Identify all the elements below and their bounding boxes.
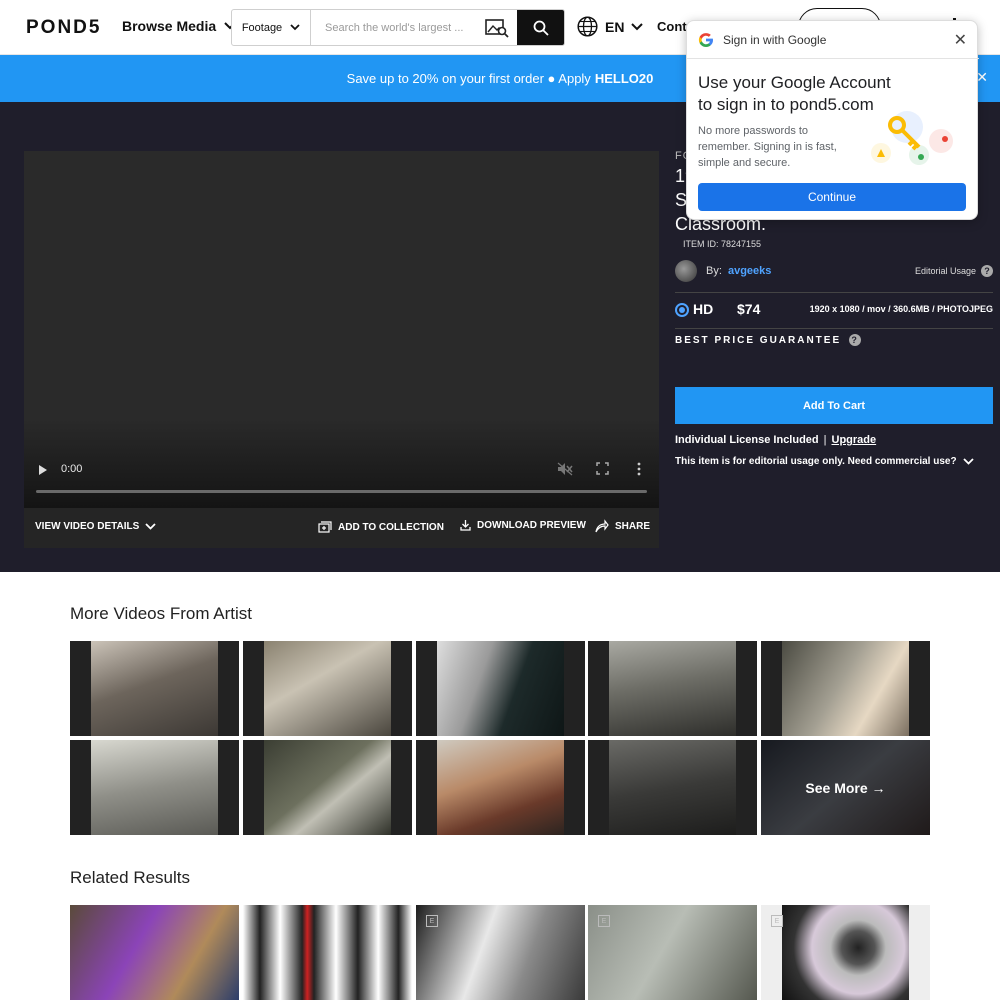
download-preview-label: DOWNLOAD PREVIEW — [477, 519, 586, 531]
video-thumbnail[interactable] — [761, 641, 930, 736]
license-info: Individual License Included | Upgrade — [675, 434, 877, 446]
search-bar: Footage — [231, 9, 565, 46]
video-progress-bar[interactable] — [36, 490, 647, 493]
best-price-guarantee: BEST PRICE GUARANTEE ? — [675, 334, 862, 346]
price: $74 — [737, 301, 761, 317]
close-icon[interactable]: ✕ — [954, 30, 967, 50]
chevron-down-icon — [631, 22, 644, 30]
editorial-note[interactable]: This item is for editorial usage only. N… — [675, 456, 974, 467]
add-to-cart-button[interactable]: Add To Cart — [675, 387, 993, 424]
chevron-down-icon — [290, 24, 300, 31]
add-to-collection-label: ADD TO COLLECTION — [338, 521, 444, 533]
editorial-badge-icon: E — [426, 915, 438, 927]
divider — [675, 292, 993, 293]
radio-button[interactable] — [675, 303, 689, 317]
language-label: EN — [605, 18, 625, 35]
download-icon — [460, 520, 471, 531]
continue-button[interactable]: Continue — [698, 183, 966, 211]
video-player[interactable]: 0:00 — [24, 151, 659, 508]
item-id: ITEM ID: 78247155 — [683, 239, 762, 249]
video-thumbnail[interactable] — [243, 740, 412, 835]
search-button[interactable] — [517, 10, 564, 45]
fullscreen-icon[interactable] — [596, 462, 609, 475]
divider — [675, 328, 993, 329]
key-illustration-icon — [871, 111, 953, 165]
image-search-icon[interactable] — [477, 10, 517, 45]
video-thumbnail[interactable] — [70, 740, 239, 835]
avatar[interactable] — [675, 260, 697, 282]
collection-icon — [318, 521, 332, 533]
video-thumbnail[interactable] — [588, 740, 757, 835]
chevron-down-icon — [145, 523, 156, 530]
editorial-badge-icon: E — [598, 915, 610, 927]
editorial-usage: Editorial Usage ? — [915, 265, 993, 277]
globe-icon — [577, 16, 598, 37]
add-to-collection-button[interactable]: ADD TO COLLECTION — [318, 521, 444, 533]
editorial-usage-label: Editorial Usage — [914, 266, 976, 276]
view-details-button[interactable]: VIEW VIDEO DETAILS — [35, 521, 156, 532]
download-preview-button[interactable]: DOWNLOAD PREVIEW — [460, 519, 586, 531]
language-selector[interactable]: EN — [577, 16, 644, 37]
google-popup-header: Sign in with Google ✕ — [687, 21, 979, 59]
more-options-icon[interactable] — [637, 462, 641, 476]
play-icon[interactable] — [38, 464, 48, 476]
quality-label: HD — [693, 301, 714, 317]
pond5-logo[interactable]: POND5 — [26, 17, 101, 39]
video-thumbnail[interactable] — [70, 905, 239, 1000]
by-label: By: — [706, 265, 722, 277]
see-more-label: See More → — [761, 740, 930, 835]
video-thumbnail[interactable]: E — [416, 905, 585, 1000]
video-thumbnail[interactable] — [243, 641, 412, 736]
upgrade-link[interactable]: Upgrade — [832, 434, 877, 446]
chevron-down-icon — [962, 458, 974, 465]
help-icon[interactable]: ? — [849, 334, 862, 346]
help-icon[interactable]: ? — [981, 265, 993, 277]
search-icon — [533, 20, 549, 36]
author-byline: By: avgeeks — [706, 265, 771, 277]
mute-icon[interactable] — [557, 462, 573, 476]
share-button[interactable]: SHARE — [595, 519, 650, 533]
author-link[interactable]: avgeeks — [728, 265, 771, 277]
license-label: Individual License Included — [675, 434, 819, 446]
file-specs: 1920 x 1080 / mov / 360.6MB / PHOTOJPEG — [809, 304, 993, 314]
google-icon — [698, 33, 713, 47]
google-signin-popup: Sign in with Google ✕ Use your Google Ac… — [686, 20, 979, 220]
see-more-tile[interactable]: See More → — [761, 740, 930, 835]
close-icon[interactable]: ✕ — [976, 69, 988, 86]
google-popup-body: No more passwords to remember. Signing i… — [698, 125, 837, 169]
video-thumbnail[interactable] — [243, 905, 412, 1000]
related-results-heading: Related Results — [70, 868, 191, 887]
promo-text: Save up to 20% on your first order ● App… — [346, 71, 591, 86]
share-label: SHARE — [615, 520, 651, 532]
price-option[interactable]: HD $74 1920 x 1080 / mov / 360.6MB / PHO… — [675, 300, 993, 320]
video-thumbnail[interactable] — [588, 641, 757, 736]
view-details-label: VIEW VIDEO DETAILS — [35, 521, 140, 532]
contributor-link[interactable]: Cont — [657, 19, 687, 34]
author-row: By: avgeeks Editorial Usage ? — [675, 260, 993, 286]
video-actions-bar: VIEW VIDEO DETAILS ADD TO COLLECTION DOW… — [24, 508, 659, 548]
video-thumbnail[interactable] — [416, 641, 585, 736]
search-input[interactable] — [311, 10, 477, 45]
video-thumbnail[interactable]: E — [761, 905, 930, 1000]
search-type-label: Footage — [241, 21, 283, 34]
editorial-note-text: This item is for editorial usage only. N… — [675, 456, 957, 467]
google-popup-header-text: Sign in with Google — [723, 33, 827, 47]
editorial-badge-icon: E — [771, 915, 783, 927]
page: POND5 Browse Media Footage EN Cont — [0, 0, 1000, 1000]
video-thumbnail[interactable] — [416, 740, 585, 835]
browse-media-label: Browse Media — [122, 18, 217, 34]
share-icon — [595, 519, 609, 533]
video-time: 0:00 — [61, 463, 83, 475]
more-videos-heading: More Videos From Artist — [70, 604, 253, 623]
video-thumbnail[interactable] — [70, 641, 239, 736]
guarantee-label: BEST PRICE GUARANTEE — [675, 334, 842, 346]
video-thumbnail[interactable]: E — [588, 905, 757, 1000]
promo-code: HELLO20 — [594, 71, 654, 86]
search-type-select[interactable]: Footage — [232, 10, 311, 45]
browse-media-menu[interactable]: Browse Media — [122, 18, 236, 34]
